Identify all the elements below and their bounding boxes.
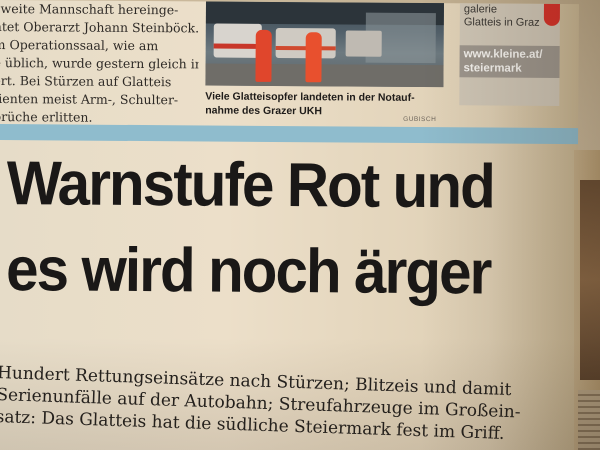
headline-line-2: es wird noch ärger — [5, 235, 491, 308]
subheadline: Hundert Rettungseinsätze nach Stürzen; B… — [0, 362, 557, 447]
article-line: m Operationssaal, wie am — [0, 36, 159, 54]
headline-line-1: Warnstufe Rot und — [6, 149, 495, 222]
adjacent-page-text — [578, 390, 600, 450]
photo-caption: Viele Glatteisopfer landeten in der Nota… — [205, 89, 445, 119]
ground — [205, 63, 444, 88]
sidebar-text: galerie Glatteis in Graz — [464, 3, 540, 30]
ambulance-vehicle — [213, 23, 262, 58]
link-line: www.kleine.at/ — [463, 48, 543, 61]
paramedic-figure — [255, 29, 272, 82]
article-line: zweite Mannschaft hereinge- — [0, 0, 179, 18]
headline: Warnstufe Rot und es wird noch ärger — [6, 148, 534, 324]
article-line: htet Oberarzt Johann Steinböck. — [0, 18, 199, 36]
sidebar-line: Glatteis in Graz — [463, 16, 540, 29]
photo-credit: GUBISCH — [403, 115, 437, 124]
website-link: www.kleine.at/ steiermark — [463, 47, 542, 76]
article-line: tienten meist Arm-, Schulter- — [0, 90, 179, 108]
ambulance-vehicle — [345, 30, 382, 57]
newspaper-photo: zweite Mannschaft hereinge- htet Oberarz… — [0, 0, 600, 450]
paramedic-figure — [305, 32, 322, 83]
section-divider — [0, 123, 579, 145]
adjacent-page-edge — [574, 150, 600, 450]
article-line: e üblich, wurde gestern gleich in — [0, 54, 199, 72]
article-text-column: zweite Mannschaft hereinge- htet Oberarz… — [0, 0, 199, 127]
ambulance-photo — [205, 1, 444, 88]
red-marker-icon — [543, 3, 560, 26]
sidebar-line: galerie — [463, 3, 498, 16]
adjacent-page-image — [580, 180, 600, 380]
link-line: steiermark — [463, 62, 522, 75]
newspaper-page: zweite Mannschaft hereinge- htet Oberarz… — [0, 0, 579, 450]
article-line: ert. Bei Stürzen auf Glatteis — [0, 72, 172, 90]
